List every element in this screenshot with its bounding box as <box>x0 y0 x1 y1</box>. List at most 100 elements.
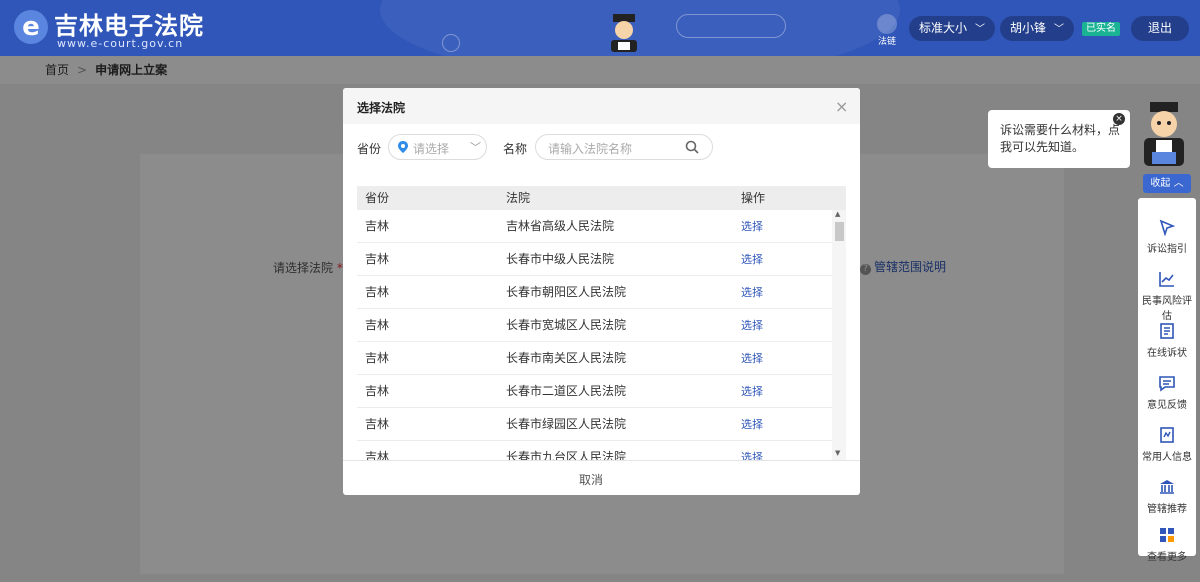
table-header: 省份 法院 操作 <box>357 186 846 210</box>
column-header: 省份 <box>365 191 390 205</box>
collapse-label: 收起 <box>1150 178 1171 189</box>
province-select[interactable]: 请选择 ﹀ <box>388 134 487 160</box>
table-row: 吉林 长春市中级人民法院 选择 <box>357 243 832 276</box>
select-court-link[interactable]: 选择 <box>741 309 763 342</box>
user-menu[interactable]: 胡小锋 ﹀ <box>1000 16 1075 41</box>
chevron-down-icon: ﹀ <box>1054 24 1065 35</box>
scroll-up-icon[interactable]: ▲ <box>835 210 840 218</box>
side-item-jurisdiction[interactable]: 管辖推荐 <box>1138 468 1196 520</box>
chevron-down-icon: ﹀ <box>975 24 986 35</box>
select-court-link[interactable]: 选择 <box>741 210 763 243</box>
cursor-arrow-icon <box>1159 219 1176 236</box>
cell-province: 吉林 <box>365 219 390 233</box>
search-icon[interactable] <box>685 140 699 154</box>
side-item-label: 常用人信息 <box>1142 452 1192 463</box>
scroll-down-icon[interactable]: ▼ <box>835 449 840 457</box>
cell-province: 吉林 <box>365 285 390 299</box>
side-item-contacts[interactable]: 常用人信息 <box>1138 416 1196 468</box>
table-body: 吉林 吉林省高级人民法院 选择 吉林 长春市中级人民法院 选择 吉林 长春市朝阳区人民法院… <box>357 210 832 460</box>
line-chart-icon <box>1159 272 1174 287</box>
table-row: 吉林 吉林省高级人民法院 选择 <box>357 210 832 243</box>
font-size-value: 标准大小 <box>919 21 968 35</box>
select-court-link[interactable]: 选择 <box>741 375 763 408</box>
cell-court: 长春市南关区人民法院 <box>506 351 627 365</box>
collapse-button[interactable]: 收起 ︿ <box>1143 174 1191 193</box>
side-item-feedback[interactable]: 意见反馈 <box>1138 364 1196 416</box>
chevron-down-icon: ﹀ <box>470 141 481 154</box>
side-item-label: 意见反馈 <box>1147 400 1187 411</box>
contact-card-icon <box>1160 427 1174 443</box>
side-item-label: 查看更多 <box>1147 552 1187 563</box>
document-icon <box>1160 323 1174 339</box>
cell-court: 长春市宽城区人民法院 <box>506 318 627 332</box>
site-url: www.e-court.gov.cn <box>57 37 184 50</box>
table-row: 吉林 长春市绿园区人民法院 选择 <box>357 408 832 441</box>
column-header: 操作 <box>741 191 766 205</box>
law-chain-icon <box>877 14 897 34</box>
user-name: 胡小锋 <box>1010 21 1047 35</box>
cell-province: 吉林 <box>365 417 390 431</box>
message-icon <box>1159 376 1175 392</box>
dialog-footer: 取消 <box>343 460 860 495</box>
side-item-litigation-guide[interactable]: 诉讼指引 <box>1138 208 1196 260</box>
side-item-label: 诉讼指引 <box>1147 244 1187 255</box>
mascot-judge-icon[interactable] <box>1134 98 1194 170</box>
grid-icon <box>1160 528 1174 542</box>
name-label: 名称 <box>503 142 528 156</box>
cell-court: 长春市二道区人民法院 <box>506 384 627 398</box>
mascot-judge-icon <box>611 14 637 52</box>
law-chain-label: 法链 <box>877 37 896 47</box>
column-header: 法院 <box>506 191 531 205</box>
select-court-link[interactable]: 选择 <box>741 342 763 375</box>
chevron-up-icon: ︿ <box>1173 178 1184 189</box>
table-row: 吉林 长春市九台区人民法院 选择 <box>357 441 832 460</box>
court-table: 省份 法院 操作 吉林 吉林省高级人民法院 选择 吉林 长春市中级人民法院 选择 吉林长… <box>357 186 846 460</box>
province-placeholder: 请选择 <box>413 142 450 156</box>
site-title[interactable]: 吉林电子法院 <box>54 6 204 41</box>
side-toolbar: 诉讼指引 民事风险评估 在线诉状 意见反馈 常用人信息 管辖推荐 查看更多 <box>1138 198 1196 563</box>
court-name-search-input[interactable]: 请输入法院名称 <box>535 134 713 160</box>
law-chain-badge[interactable]: 法链 <box>871 14 903 47</box>
cancel-button[interactable]: 取消 <box>579 471 603 488</box>
verified-badge: 已实名 <box>1082 22 1120 36</box>
select-court-link[interactable]: 选择 <box>741 243 763 276</box>
cell-court: 长春市绿园区人民法院 <box>506 417 627 431</box>
table-scrollbar[interactable]: ▲ ▼ <box>832 210 846 460</box>
table-row: 吉林 长春市朝阳区人民法院 选择 <box>357 276 832 309</box>
cell-court: 吉林省高级人民法院 <box>506 219 615 233</box>
cell-court: 长春市中级人民法院 <box>506 252 615 266</box>
cell-province: 吉林 <box>365 450 390 460</box>
cell-province: 吉林 <box>365 384 390 398</box>
cell-province: 吉林 <box>365 252 390 266</box>
court-building-icon <box>1160 480 1174 494</box>
side-item-risk-assessment[interactable]: 民事风险评估 <box>1138 260 1196 322</box>
location-pin-icon <box>398 141 408 153</box>
select-court-link[interactable]: 选择 <box>741 276 763 309</box>
logout-button[interactable]: 退出 <box>1131 16 1189 41</box>
tip-line-2: 我可以先知道。 <box>1000 140 1085 154</box>
select-court-link[interactable]: 选择 <box>741 408 763 441</box>
court-name-placeholder: 请输入法院名称 <box>548 142 633 156</box>
font-size-select[interactable]: 标准大小 ﹀ <box>909 16 996 41</box>
side-item-label: 管辖推荐 <box>1147 504 1187 515</box>
side-item-online-complaint[interactable]: 在线诉状 <box>1138 312 1196 364</box>
tip-line-1: 诉讼需要什么材料，点 <box>1000 123 1121 137</box>
cloud-decoration-icon <box>676 14 786 38</box>
cell-province: 吉林 <box>365 351 390 365</box>
table-row: 吉林 长春市二道区人民法院 选择 <box>357 375 832 408</box>
cell-court: 长春市九台区人民法院 <box>506 450 627 460</box>
close-icon[interactable]: × <box>835 97 848 116</box>
sun-decoration-icon <box>442 34 460 52</box>
side-item-more[interactable]: 查看更多 <box>1138 516 1196 568</box>
court-logo-icon[interactable]: e <box>14 10 48 44</box>
dialog-header: 选择法院 × <box>343 88 860 124</box>
dialog-title: 选择法院 <box>357 101 406 115</box>
select-court-link[interactable]: 选择 <box>741 441 763 460</box>
scrollbar-thumb[interactable] <box>835 222 844 241</box>
select-court-dialog: 选择法院 × 省份 请选择 ﹀ 名称 请输入法院名称 省份 法院 操作 吉林 吉林… <box>343 88 860 495</box>
close-icon[interactable]: × <box>1113 113 1125 125</box>
site-header: e 吉林电子法院 www.e-court.gov.cn 法链 标准大小 ﹀ 胡小锋… <box>0 0 1200 56</box>
table-row: 吉林 长春市宽城区人民法院 选择 <box>357 309 832 342</box>
side-item-label: 在线诉状 <box>1147 348 1187 359</box>
tip-bubble[interactable]: 诉讼需要什么材料，点 我可以先知道。 <box>988 110 1130 168</box>
